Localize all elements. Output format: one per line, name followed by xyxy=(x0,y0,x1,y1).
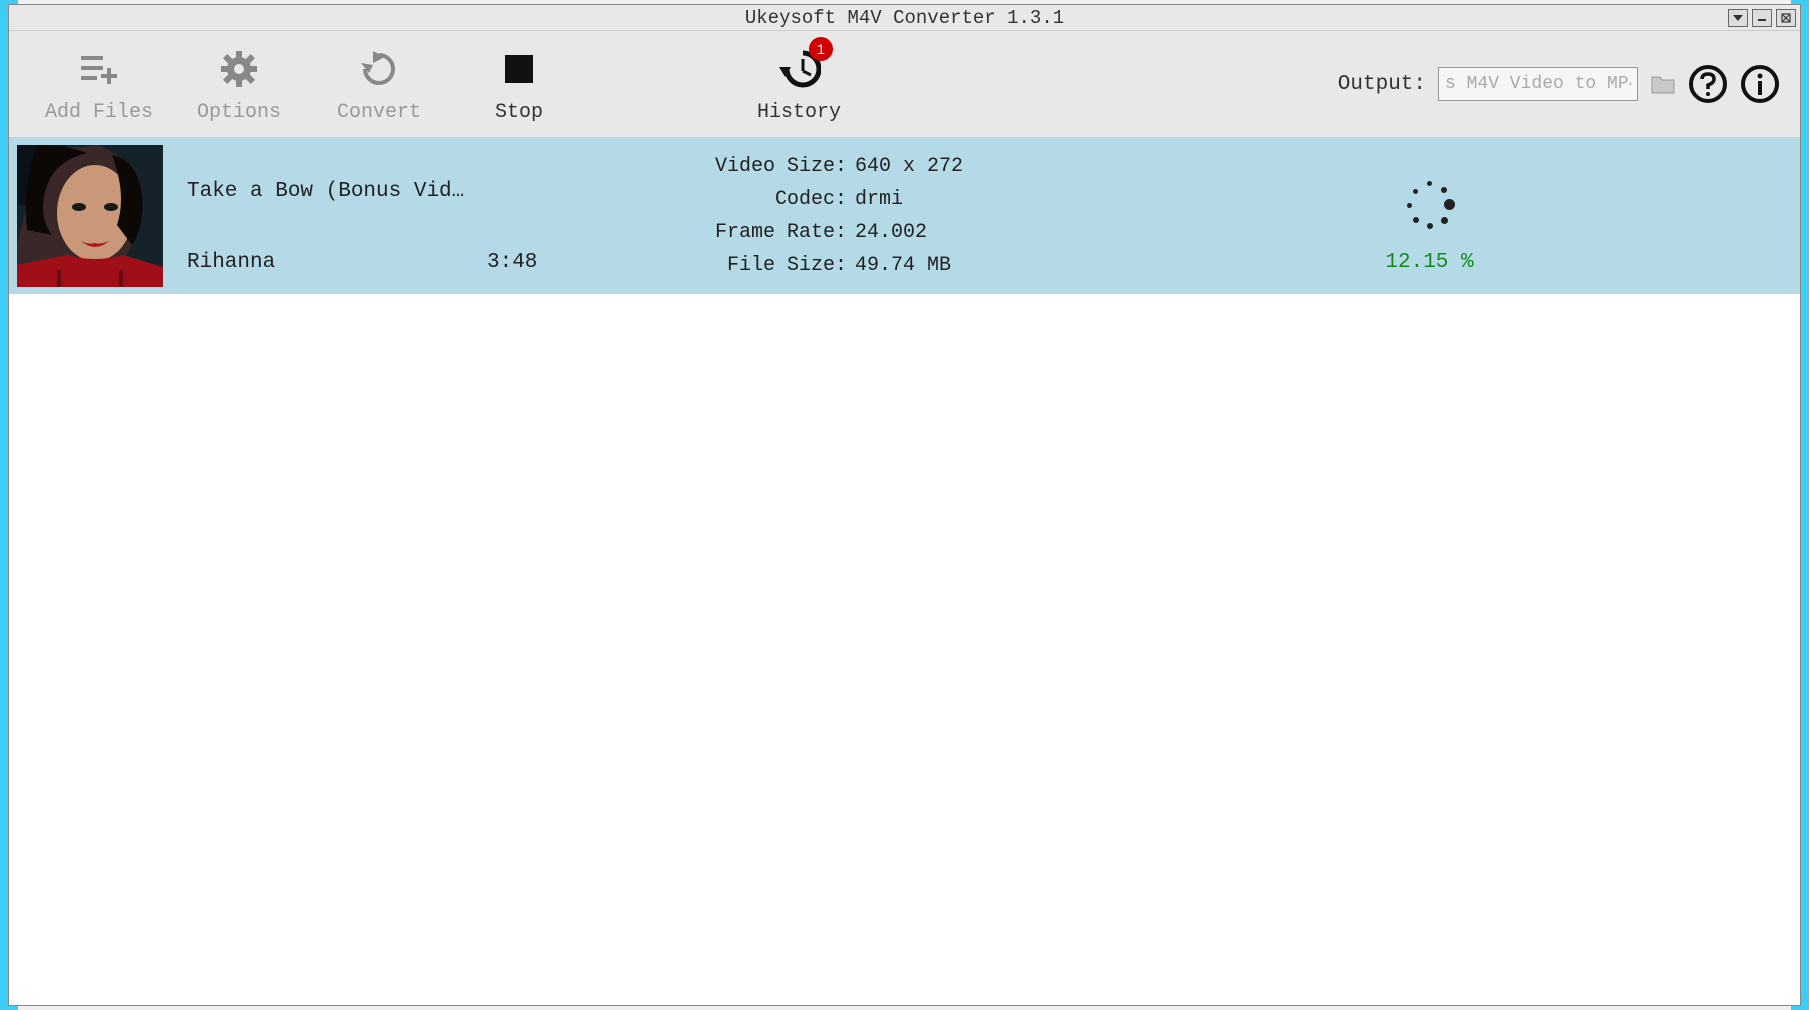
output-label: Output: xyxy=(1338,73,1426,96)
video-size-value: 640 x 272 xyxy=(855,155,963,178)
toolbar: Add Files xyxy=(9,31,1800,138)
history-button[interactable]: 1 History xyxy=(729,31,869,137)
codec-label: Codec: xyxy=(707,188,847,211)
convert-button[interactable]: Convert xyxy=(309,31,449,137)
window-controls xyxy=(1728,9,1796,27)
info-button[interactable] xyxy=(1740,64,1780,104)
help-button[interactable] xyxy=(1688,64,1728,104)
file-size-value: 49.74 MB xyxy=(855,254,951,277)
codec-value: drmi xyxy=(855,188,903,211)
history-badge: 1 xyxy=(809,37,833,61)
video-size-label: Video Size: xyxy=(707,155,847,178)
file-size-label: File Size: xyxy=(707,254,847,277)
file-list: Take a Bow (Bonus Vid… Rihanna 3:48 Vide… xyxy=(9,138,1800,1005)
thumbnail xyxy=(17,145,163,287)
output-group: Output: xyxy=(1338,64,1780,104)
output-path-input[interactable] xyxy=(1438,67,1638,101)
options-button[interactable]: Options xyxy=(169,31,309,137)
browse-folder-button[interactable] xyxy=(1650,73,1676,95)
convert-icon xyxy=(359,45,399,93)
app-window: Ukeysoft M4V Converter 1.3.1 xyxy=(8,4,1801,1006)
stop-icon xyxy=(505,45,533,93)
list-item[interactable]: Take a Bow (Bonus Vid… Rihanna 3:48 Vide… xyxy=(9,138,1800,294)
duration: 3:48 xyxy=(487,251,537,274)
track-title: Take a Bow (Bonus Vid… xyxy=(187,180,464,203)
minimize-button[interactable] xyxy=(1752,9,1772,27)
progress-column: 12.15 % xyxy=(1067,144,1792,288)
menu-button[interactable] xyxy=(1728,9,1748,27)
duration-column: 3:48 xyxy=(487,144,627,288)
add-files-button[interactable]: Add Files xyxy=(29,31,169,137)
frame-rate-label: Frame Rate: xyxy=(707,221,847,244)
close-button[interactable] xyxy=(1776,9,1796,27)
titlebar: Ukeysoft M4V Converter 1.3.1 xyxy=(9,5,1800,31)
progress-percent: 12.15 % xyxy=(1385,251,1473,274)
spinner-icon xyxy=(1405,181,1455,231)
gear-icon xyxy=(219,45,259,93)
metadata-column: Video Size: 640 x 272 Codec: drmi Frame … xyxy=(707,155,1067,277)
stop-button[interactable]: Stop xyxy=(449,31,589,137)
artist-name: Rihanna xyxy=(187,251,275,274)
title-column: Take a Bow (Bonus Vid… Rihanna xyxy=(187,144,487,288)
app-title: Ukeysoft M4V Converter 1.3.1 xyxy=(745,7,1064,29)
add-files-icon xyxy=(79,45,119,93)
frame-rate-value: 24.002 xyxy=(855,221,927,244)
